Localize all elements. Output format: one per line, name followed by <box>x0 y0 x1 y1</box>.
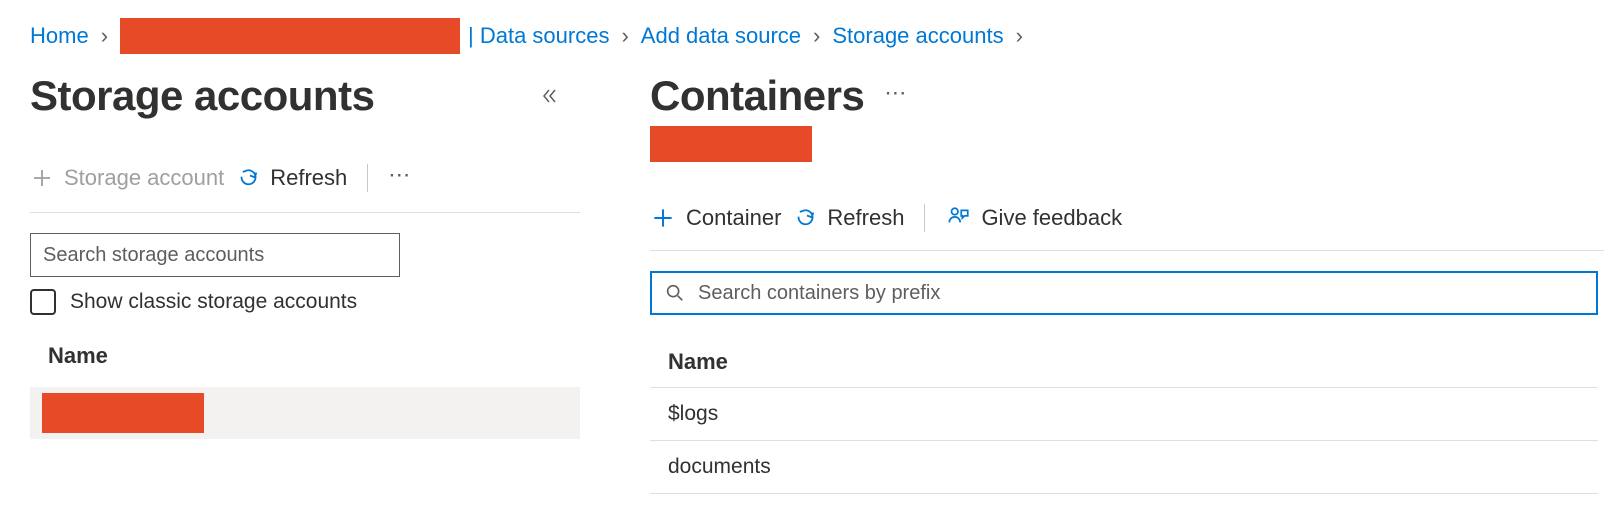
chevron-right-icon: › <box>621 23 628 49</box>
column-header-name[interactable]: Name <box>650 321 1598 388</box>
breadcrumb-home[interactable]: Home <box>30 23 89 49</box>
show-classic-row[interactable]: Show classic storage accounts <box>30 289 610 315</box>
redacted-block <box>650 126 812 162</box>
refresh-button[interactable]: Refresh <box>793 205 904 231</box>
more-button[interactable]: ⋯ <box>884 80 908 112</box>
column-header-name[interactable]: Name <box>30 315 610 387</box>
breadcrumb-data-sources[interactable]: | Data sources <box>468 23 609 49</box>
plus-icon <box>30 166 54 190</box>
plus-icon <box>650 205 676 231</box>
chevron-right-icon: › <box>1016 23 1023 49</box>
redacted-block <box>42 393 204 433</box>
refresh-label: Refresh <box>827 205 904 231</box>
search-input[interactable] <box>698 282 1584 305</box>
feedback-icon <box>945 205 971 231</box>
left-toolbar: Storage account Refresh ⋯ <box>30 162 580 213</box>
checkbox-icon[interactable] <box>30 289 56 315</box>
redacted-block <box>120 18 460 54</box>
add-container-button[interactable]: Container <box>650 205 781 231</box>
chevron-right-icon: › <box>101 23 108 49</box>
list-item[interactable]: documents <box>650 441 1598 494</box>
collapse-icon[interactable] <box>540 86 560 106</box>
list-item[interactable]: $logs <box>650 388 1598 441</box>
feedback-label: Give feedback <box>981 205 1122 231</box>
toolbar-separator <box>924 204 925 232</box>
toolbar-separator <box>367 164 368 192</box>
page-title: Containers <box>650 72 864 120</box>
search-containers[interactable] <box>650 271 1598 315</box>
search-storage-accounts[interactable] <box>30 233 400 277</box>
chevron-right-icon: › <box>813 23 820 49</box>
give-feedback-button[interactable]: Give feedback <box>945 205 1122 231</box>
add-container-label: Container <box>686 205 781 231</box>
containers-pane: Containers ⋯ Container Refresh <box>610 64 1604 494</box>
breadcrumb-storage-accounts[interactable]: Storage accounts <box>832 23 1003 49</box>
search-icon <box>664 282 686 304</box>
breadcrumb: Home › | Data sources › Add data source … <box>0 0 1604 64</box>
page-title: Storage accounts <box>30 72 374 120</box>
storage-accounts-pane: Storage accounts Storage account Refresh… <box>0 64 610 494</box>
show-classic-label: Show classic storage accounts <box>70 290 357 314</box>
refresh-icon <box>793 206 817 230</box>
search-input[interactable] <box>43 244 387 267</box>
refresh-label: Refresh <box>270 165 347 191</box>
list-item[interactable] <box>30 387 580 439</box>
refresh-icon <box>236 166 260 190</box>
add-storage-account-button[interactable]: Storage account <box>30 165 224 191</box>
right-toolbar: Container Refresh Give feedback <box>650 204 1604 251</box>
breadcrumb-add-data-source[interactable]: Add data source <box>641 23 801 49</box>
add-storage-account-label: Storage account <box>64 165 224 191</box>
refresh-button[interactable]: Refresh <box>236 165 347 191</box>
more-button[interactable]: ⋯ <box>388 162 412 194</box>
